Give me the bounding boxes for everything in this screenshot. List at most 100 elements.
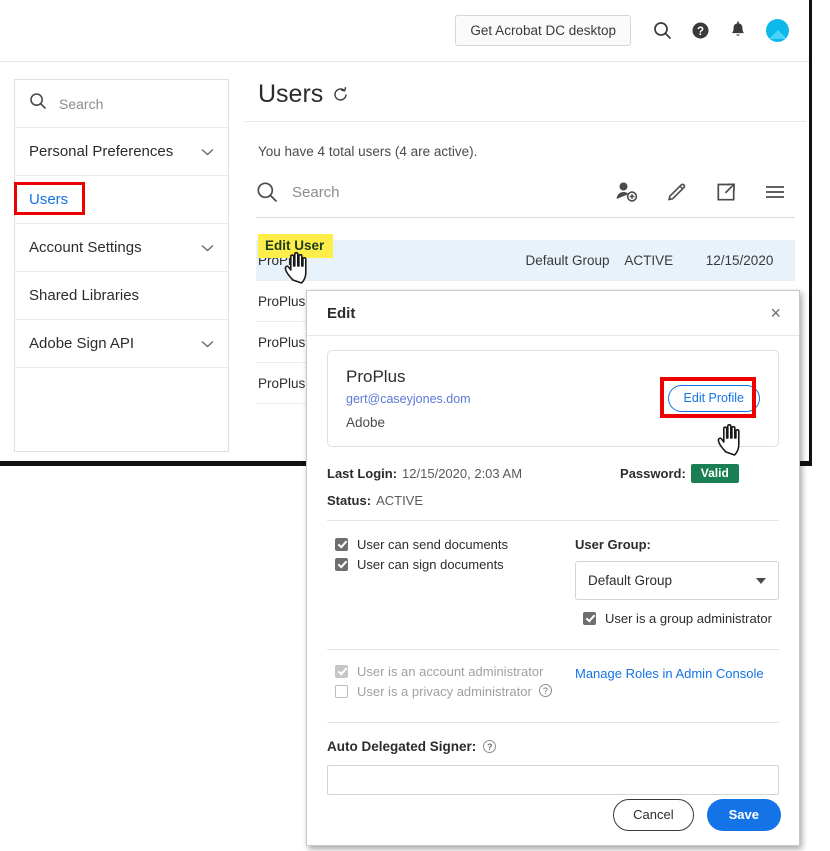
manage-roles-link[interactable]: Manage Roles in Admin Console — [575, 666, 764, 681]
checkbox-user-can-send[interactable]: User can send documents — [335, 537, 575, 552]
page-title: Users — [258, 82, 323, 107]
sidebar: Search Personal Preferences Users Accoun… — [14, 79, 229, 452]
cancel-button[interactable]: Cancel — [613, 799, 693, 831]
sidebar-item-account-settings[interactable]: Account Settings — [15, 224, 228, 272]
chevron-down-icon — [756, 578, 766, 584]
help-icon[interactable]: ? — [691, 21, 710, 40]
refresh-icon[interactable] — [332, 86, 349, 103]
profile-name: ProPlus — [346, 367, 668, 387]
status-value: ACTIVE — [376, 493, 423, 508]
save-button[interactable]: Save — [707, 799, 781, 831]
search-icon — [256, 181, 278, 203]
checkbox-icon — [335, 538, 348, 551]
profile-card: ProPlus gert@caseyjones.dom Adobe Edit P… — [327, 350, 779, 447]
checkbox-icon — [335, 665, 348, 678]
user-group-selected-value: Default Group — [588, 573, 756, 588]
auto-delegated-signer-section: Auto Delegated Signer: ? — [327, 723, 779, 795]
sidebar-item-users[interactable]: Users — [15, 176, 228, 224]
checkbox-label: User is a group administrator — [605, 611, 772, 626]
sidebar-search-placeholder: Search — [59, 96, 103, 112]
sidebar-item-label: Shared Libraries — [29, 287, 214, 304]
user-group-label: User Group: — [575, 537, 779, 552]
dialog-title: Edit — [327, 305, 770, 322]
checkbox-user-can-sign[interactable]: User can sign documents — [335, 557, 575, 572]
sidebar-item-label: Account Settings — [29, 239, 201, 256]
list-search[interactable]: Search — [256, 181, 615, 203]
export-icon[interactable] — [715, 181, 737, 203]
status-row: Status: ACTIVE — [327, 493, 779, 508]
auto-delegated-signer-input[interactable] — [327, 765, 779, 795]
checkbox-privacy-administrator: User is a privacy administrator ? — [335, 684, 575, 699]
get-acrobat-desktop-button[interactable]: Get Acrobat DC desktop — [455, 15, 631, 46]
chevron-down-icon — [201, 241, 214, 254]
admin-roles-list: User is an account administrator User is… — [327, 664, 575, 704]
profile-info: ProPlus gert@caseyjones.dom Adobe — [346, 367, 668, 430]
users-count-text: You have 4 total users (4 are active). — [245, 122, 806, 159]
edit-user-icon[interactable] — [666, 181, 688, 203]
user-date-cell: 12/15/2020 — [706, 253, 793, 268]
status-badge: Valid — [691, 464, 739, 483]
admin-roles-section: User is an account administrator User is… — [327, 650, 779, 704]
checkbox-label: User can send documents — [357, 537, 508, 552]
edit-profile-button[interactable]: Edit Profile — [668, 385, 760, 412]
svg-text:?: ? — [697, 26, 704, 38]
dialog-body: ProPlus gert@caseyjones.dom Adobe Edit P… — [307, 336, 799, 795]
checkbox-label: User is an account administrator — [357, 664, 543, 679]
checkbox-label: User can sign documents — [357, 557, 504, 572]
checkbox-icon — [583, 612, 596, 625]
sidebar-item-label: Personal Preferences — [29, 143, 201, 160]
list-search-placeholder: Search — [292, 184, 340, 201]
sidebar-item-label: Users — [29, 191, 214, 208]
sidebar-item-personal-preferences[interactable]: Personal Preferences — [15, 128, 228, 176]
user-meta-section: Last Login: 12/15/2020, 2:03 AM Password… — [327, 447, 779, 508]
list-toolbar: Search — [245, 159, 806, 203]
edit-user-tooltip: Edit User — [258, 234, 333, 258]
user-group-section: User Group: Default Group User is a grou… — [575, 537, 779, 631]
menu-icon[interactable] — [764, 183, 786, 201]
top-bar: Get Acrobat DC desktop ? — [0, 0, 809, 62]
status-label: Status: — [327, 493, 371, 508]
user-group-select[interactable]: Default Group — [575, 561, 779, 600]
search-icon — [29, 92, 47, 115]
password-label: Password: — [620, 466, 686, 481]
page-header: Users — [245, 62, 806, 122]
help-icon[interactable]: ? — [483, 740, 496, 753]
sidebar-item-adobe-sign-api[interactable]: Adobe Sign API — [15, 320, 228, 368]
edit-user-dialog: Edit × ProPlus gert@caseyjones.dom Adobe… — [306, 290, 800, 846]
checkbox-label: User is a privacy administrator — [357, 684, 532, 699]
checkbox-icon — [335, 558, 348, 571]
chevron-down-icon — [201, 337, 214, 350]
sidebar-item-label: Adobe Sign API — [29, 335, 201, 352]
last-login-row: Last Login: 12/15/2020, 2:03 AM Password… — [327, 464, 779, 483]
sidebar-search[interactable]: Search — [15, 80, 228, 128]
checkbox-group-administrator[interactable]: User is a group administrator — [575, 611, 779, 626]
auto-delegated-signer-label-text: Auto Delegated Signer: — [327, 739, 476, 754]
search-icon[interactable] — [653, 21, 672, 40]
edit-profile-wrapper: Edit Profile — [668, 385, 760, 412]
topbar-icon-group: ? — [653, 19, 789, 42]
profile-company: Adobe — [346, 415, 668, 430]
password-row: Password: Valid — [620, 464, 739, 483]
permissions-list: User can send documents User can sign do… — [327, 537, 575, 631]
last-login-value: 12/15/2020, 2:03 AM — [402, 466, 522, 481]
auto-delegated-signer-label: Auto Delegated Signer: ? — [327, 739, 779, 754]
table-row[interactable]: ProPlus Default Group ACTIVE 12/15/2020 — [256, 240, 795, 281]
checkbox-account-administrator: User is an account administrator — [335, 664, 575, 679]
profile-email[interactable]: gert@caseyjones.dom — [346, 392, 668, 406]
bell-icon[interactable] — [729, 21, 747, 40]
dialog-header: Edit × — [307, 291, 799, 336]
sidebar-filler — [15, 368, 228, 414]
user-group-cell: Default Group — [526, 253, 625, 268]
user-status-cell: ACTIVE — [624, 253, 705, 268]
toolbar-actions — [615, 181, 786, 203]
sidebar-item-shared-libraries[interactable]: Shared Libraries — [15, 272, 228, 320]
last-login-label: Last Login: — [327, 466, 397, 481]
close-icon[interactable]: × — [770, 304, 781, 322]
dialog-footer: Cancel Save — [613, 799, 781, 831]
manage-roles-area: Manage Roles in Admin Console — [575, 664, 779, 704]
permissions-section: User can send documents User can sign do… — [327, 521, 779, 631]
add-user-icon[interactable] — [615, 181, 639, 203]
avatar[interactable] — [766, 19, 789, 42]
checkbox-icon — [335, 685, 348, 698]
help-icon[interactable]: ? — [539, 684, 552, 697]
